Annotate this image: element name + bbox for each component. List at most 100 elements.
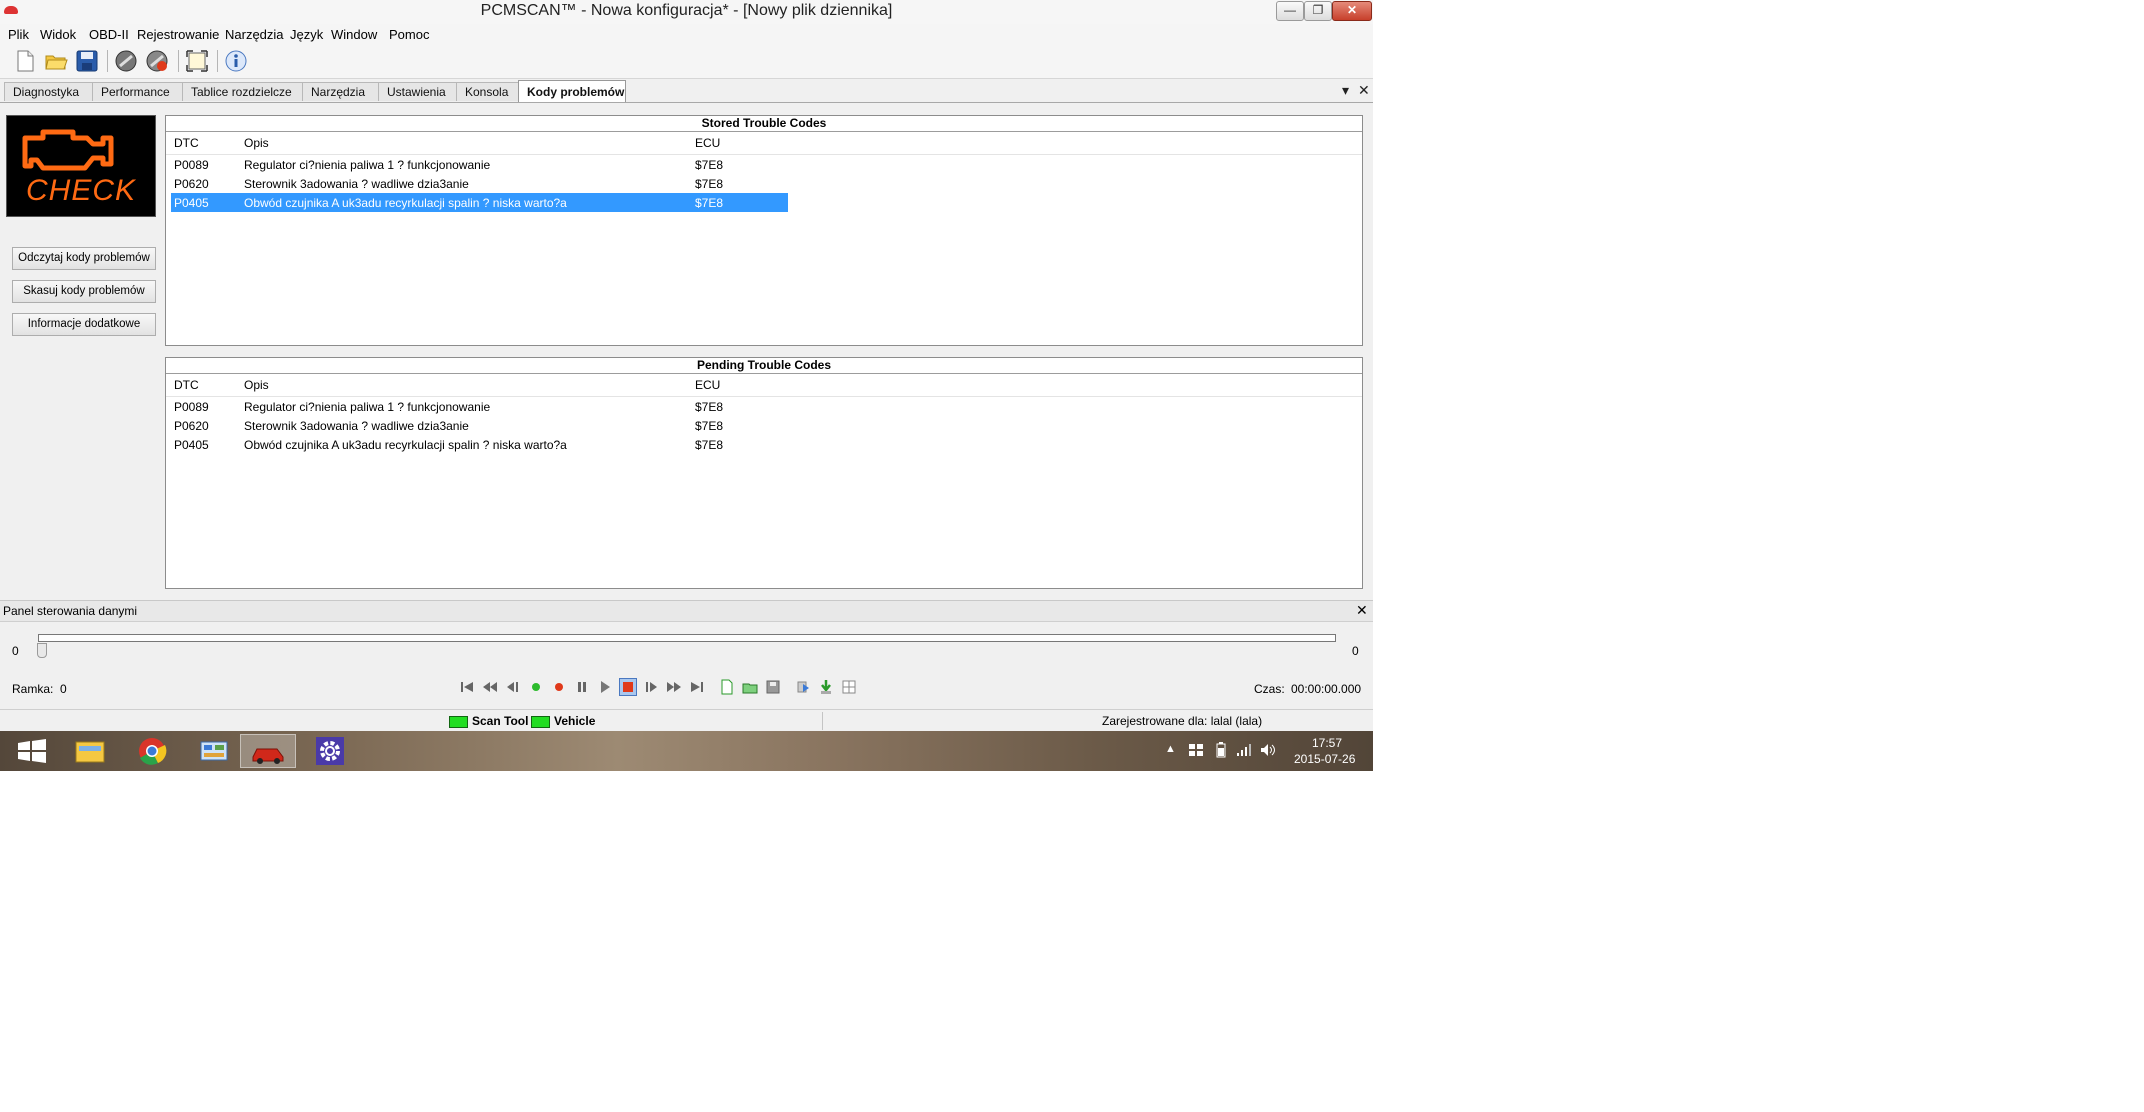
- frame-label: Ramka:: [12, 682, 54, 696]
- taskbar-file-explorer[interactable]: [62, 734, 118, 768]
- menu-narzedzia[interactable]: Narzędzia: [225, 27, 284, 42]
- stored-table-header: DTC Opis ECU: [166, 132, 1362, 155]
- record-icon[interactable]: [550, 678, 568, 696]
- clock-time[interactable]: 17:57: [1312, 736, 1342, 750]
- first-frame-icon[interactable]: [458, 678, 476, 696]
- tab-diagnostyka[interactable]: Diagnostyka: [4, 82, 94, 101]
- tab-narzedzia[interactable]: Narzędzia: [302, 82, 380, 101]
- toolbar: [0, 44, 1373, 79]
- check-engine-logo: CHECK: [6, 115, 156, 217]
- menu-obd-ii[interactable]: OBD-II: [89, 27, 129, 42]
- settings-grid-icon[interactable]: [840, 678, 858, 696]
- app-window: PCMSCAN™ - Nowa konfiguracja* - [Nowy pl…: [0, 0, 1373, 771]
- save-log-icon[interactable]: [764, 678, 782, 696]
- col-dtc[interactable]: DTC: [174, 378, 199, 392]
- minimize-button[interactable]: —: [1276, 1, 1304, 21]
- action-center-icon[interactable]: [1188, 743, 1204, 760]
- table-row[interactable]: P0620 Sterownik 3adowania ? wadliwe dzia…: [166, 174, 1362, 193]
- tab-konsola[interactable]: Konsola: [456, 82, 520, 101]
- clock-date[interactable]: 2015-07-26: [1294, 752, 1355, 766]
- open-log-icon[interactable]: [741, 678, 759, 696]
- save-icon[interactable]: [74, 48, 100, 74]
- slider-thumb[interactable]: [37, 643, 47, 658]
- disconnect-icon[interactable]: [144, 48, 170, 74]
- menu-jezyk[interactable]: Język: [290, 27, 323, 42]
- menu-widok[interactable]: Widok: [40, 27, 76, 42]
- col-opis[interactable]: Opis: [244, 136, 269, 150]
- row-dtc: P0089: [174, 400, 209, 414]
- taskbar-settings-app[interactable]: [302, 734, 358, 768]
- network-signal-icon[interactable]: [1236, 743, 1252, 760]
- col-opis[interactable]: Opis: [244, 378, 269, 392]
- row-opis: Regulator ci?nienia paliwa 1 ? funkcjono…: [244, 158, 491, 172]
- toolbar-separator: [178, 50, 179, 72]
- row-dtc: P0405: [174, 196, 209, 210]
- read-codes-button[interactable]: Odczytaj kody problemów: [12, 247, 156, 270]
- taskbar-chrome[interactable]: [124, 734, 180, 768]
- fit-window-icon[interactable]: [184, 48, 210, 74]
- vehicle-label: Vehicle: [554, 714, 596, 728]
- tab-dropdown-icon[interactable]: ▾: [1342, 82, 1349, 99]
- connect-icon[interactable]: [113, 48, 139, 74]
- table-row[interactable]: P0405 Obwód czujnika A uk3adu recyrkulac…: [166, 435, 1362, 454]
- step-back-icon[interactable]: [504, 678, 522, 696]
- row-opis: Sterownik 3adowania ? wadliwe dzia3anie: [244, 177, 469, 191]
- info-icon[interactable]: [223, 48, 249, 74]
- table-row-selected[interactable]: P0405 Obwód czujnika A uk3adu recyrkulac…: [171, 193, 788, 212]
- tab-performance[interactable]: Performance: [92, 82, 184, 101]
- row-dtc: P0620: [174, 177, 209, 191]
- col-ecu[interactable]: ECU: [695, 378, 720, 392]
- menu-rejestrowanie[interactable]: Rejestrowanie: [137, 27, 219, 42]
- menu-plik[interactable]: Plik: [8, 27, 29, 42]
- step-forward-icon[interactable]: [642, 678, 660, 696]
- time-value: 00:00:00.000: [1291, 682, 1362, 696]
- close-button[interactable]: ✕: [1332, 1, 1372, 21]
- play-icon[interactable]: [596, 678, 614, 696]
- menu-pomoc[interactable]: Pomoc: [389, 27, 429, 42]
- new-log-icon[interactable]: [718, 678, 736, 696]
- stop-icon[interactable]: [619, 678, 637, 696]
- menu-window[interactable]: Window: [331, 27, 377, 42]
- export-icon[interactable]: [794, 678, 812, 696]
- tab-ustawienia[interactable]: Ustawienia: [378, 82, 458, 101]
- maximize-button[interactable]: ❐: [1304, 1, 1332, 21]
- stored-codes-panel: Stored Trouble Codes DTC Opis ECU P0089 …: [165, 115, 1363, 346]
- tab-kody-problemow[interactable]: Kody problemów: [518, 80, 626, 102]
- title-bar: PCMSCAN™ - Nowa konfiguracja* - [Nowy pl…: [0, 0, 1373, 25]
- pause-icon[interactable]: [573, 678, 591, 696]
- row-ecu: $7E8: [695, 158, 724, 172]
- windows-logo-icon: [18, 739, 46, 763]
- data-panel-close-icon[interactable]: ✕: [1356, 602, 1368, 619]
- row-dtc: P0089: [174, 158, 209, 172]
- col-dtc[interactable]: DTC: [174, 136, 199, 150]
- tray-expand-icon[interactable]: ▲: [1165, 743, 1176, 755]
- timeline-slider[interactable]: [38, 634, 1336, 642]
- taskbar-pcmscan[interactable]: [240, 734, 296, 768]
- battery-icon[interactable]: [1216, 742, 1226, 761]
- new-file-icon[interactable]: [12, 48, 38, 74]
- toolbar-separator: [217, 50, 218, 72]
- engine-icon: [22, 129, 114, 171]
- rewind-icon[interactable]: [481, 678, 499, 696]
- volume-icon[interactable]: [1260, 743, 1276, 760]
- table-row[interactable]: P0089 Regulator ci?nienia paliwa 1 ? fun…: [166, 397, 1362, 416]
- table-row[interactable]: P0089 Regulator ci?nienia paliwa 1 ? fun…: [166, 155, 1362, 174]
- tab-tablice-rozdzielcze[interactable]: Tablice rozdzielcze: [182, 82, 304, 101]
- time-label: Czas:: [1254, 682, 1285, 696]
- data-control-panel: Panel sterowania danymi ✕ 0 0 Ramka: 0 C…: [0, 600, 1373, 709]
- table-row[interactable]: P0620 Sterownik 3adowania ? wadliwe dzia…: [166, 416, 1362, 435]
- tab-bar: Diagnostyka Performance Tablice rozdziel…: [0, 80, 1373, 103]
- more-info-button[interactable]: Informacje dodatkowe: [12, 313, 156, 336]
- taskbar-control-panel[interactable]: [186, 734, 242, 768]
- menu-bar: Plik Widok OBD-II Rejestrowanie Narzędzi…: [0, 24, 1373, 44]
- import-icon[interactable]: [817, 678, 835, 696]
- fast-forward-icon[interactable]: [665, 678, 683, 696]
- tab-close-icon[interactable]: ✕: [1358, 82, 1370, 99]
- start-button[interactable]: [4, 734, 60, 768]
- record-green-icon[interactable]: [527, 678, 545, 696]
- frame-value: 0: [60, 682, 67, 696]
- open-folder-icon[interactable]: [43, 48, 69, 74]
- clear-codes-button[interactable]: Skasuj kody problemów: [12, 280, 156, 303]
- col-ecu[interactable]: ECU: [695, 136, 720, 150]
- last-frame-icon[interactable]: [688, 678, 706, 696]
